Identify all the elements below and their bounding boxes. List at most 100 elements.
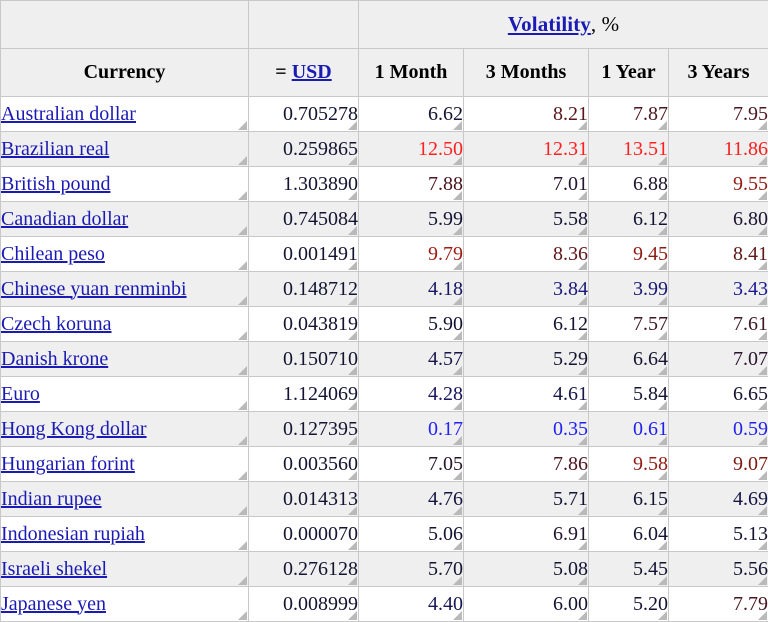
cell-usd-rate: 0.745084 [249, 202, 359, 237]
table-row: Czech koruna0.0438195.906.127.577.61 [1, 307, 768, 342]
table-row: Hong Kong dollar0.1273950.170.350.610.59 [1, 412, 768, 447]
cell-volatility-1-month: 4.76 [359, 482, 464, 517]
cell-volatility-1-month: 6.62 [359, 97, 464, 132]
cell-volatility-3-months: 5.58 [464, 202, 589, 237]
cell-volatility-1-year: 6.88 [589, 167, 669, 202]
currency-link[interactable]: Chilean peso [1, 243, 105, 265]
currency-link[interactable]: Hungarian forint [1, 453, 135, 475]
cell-volatility-1-year: 9.45 [589, 237, 669, 272]
cell-volatility-1-year: 3.99 [589, 272, 669, 307]
table-body: Australian dollar0.7052786.628.217.877.9… [1, 97, 768, 622]
cell-volatility-1-year: 0.61 [589, 412, 669, 447]
cell-volatility-3-months: 5.08 [464, 552, 589, 587]
header-blank-usd [249, 1, 359, 49]
cell-currency-name: Euro [1, 377, 249, 412]
cell-currency-name: Japanese yen [1, 587, 249, 622]
header-group-row: Volatility, % [1, 1, 768, 49]
cell-volatility-3-months: 5.71 [464, 482, 589, 517]
currency-link[interactable]: British pound [1, 173, 110, 195]
cell-volatility-3-years: 4.69 [669, 482, 768, 517]
cell-volatility-1-year: 6.04 [589, 517, 669, 552]
cell-volatility-3-months: 3.84 [464, 272, 589, 307]
cell-volatility-1-month: 7.05 [359, 447, 464, 482]
cell-volatility-1-year: 7.87 [589, 97, 669, 132]
currency-link[interactable]: Indonesian rupiah [1, 523, 145, 545]
cell-volatility-1-year: 5.45 [589, 552, 669, 587]
cell-volatility-3-months: 6.91 [464, 517, 589, 552]
currency-link[interactable]: Canadian dollar [1, 208, 128, 230]
cell-currency-name: Canadian dollar [1, 202, 249, 237]
cell-volatility-1-month: 4.28 [359, 377, 464, 412]
cell-usd-rate: 0.127395 [249, 412, 359, 447]
table-row: Euro1.1240694.284.615.846.65 [1, 377, 768, 412]
cell-volatility-3-years: 7.07 [669, 342, 768, 377]
currency-link[interactable]: Euro [1, 383, 40, 405]
cell-volatility-3-years: 6.80 [669, 202, 768, 237]
cell-volatility-3-years: 8.41 [669, 237, 768, 272]
table-row: Indian rupee0.0143134.765.716.154.69 [1, 482, 768, 517]
volatility-link[interactable]: Volatility [508, 12, 591, 36]
usd-equals-sign: = [275, 61, 286, 83]
header-blank-currency [1, 1, 249, 49]
cell-volatility-3-months: 6.00 [464, 587, 589, 622]
cell-volatility-1-year: 7.57 [589, 307, 669, 342]
cell-volatility-3-months: 5.29 [464, 342, 589, 377]
cell-currency-name: Indian rupee [1, 482, 249, 517]
cell-currency-name: Israeli shekel [1, 552, 249, 587]
cell-volatility-1-year: 9.58 [589, 447, 669, 482]
cell-volatility-1-month: 5.70 [359, 552, 464, 587]
cell-usd-rate: 0.705278 [249, 97, 359, 132]
cell-usd-rate: 0.003560 [249, 447, 359, 482]
cell-usd-rate: 0.043819 [249, 307, 359, 342]
cell-usd-rate: 0.008999 [249, 587, 359, 622]
currency-link[interactable]: Indian rupee [1, 488, 102, 510]
cell-volatility-1-month: 7.88 [359, 167, 464, 202]
header-columns-row: Currency = USD 1 Month 3 Months 1 Year 3… [1, 49, 768, 97]
cell-volatility-1-year: 5.84 [589, 377, 669, 412]
cell-volatility-3-years: 9.55 [669, 167, 768, 202]
cell-volatility-1-year: 6.12 [589, 202, 669, 237]
cell-volatility-1-month: 5.90 [359, 307, 464, 342]
col-header-1-year[interactable]: 1 Year [589, 49, 669, 97]
cell-usd-rate: 0.148712 [249, 272, 359, 307]
currency-link[interactable]: Chinese yuan renminbi [1, 278, 187, 300]
cell-currency-name: Chilean peso [1, 237, 249, 272]
cell-currency-name: Australian dollar [1, 97, 249, 132]
cell-volatility-1-year: 6.64 [589, 342, 669, 377]
cell-currency-name: Czech koruna [1, 307, 249, 342]
cell-volatility-1-month: 0.17 [359, 412, 464, 447]
cell-volatility-3-months: 7.86 [464, 447, 589, 482]
cell-volatility-3-years: 5.56 [669, 552, 768, 587]
cell-usd-rate: 0.276128 [249, 552, 359, 587]
col-header-3-months[interactable]: 3 Months [464, 49, 589, 97]
cell-currency-name: Indonesian rupiah [1, 517, 249, 552]
currency-link[interactable]: Danish krone [1, 348, 108, 370]
cell-volatility-3-years: 7.95 [669, 97, 768, 132]
cell-volatility-3-years: 5.13 [669, 517, 768, 552]
table-row: Brazilian real0.25986512.5012.3113.5111.… [1, 132, 768, 167]
table-row: Chinese yuan renminbi0.1487124.183.843.9… [1, 272, 768, 307]
currency-link[interactable]: Australian dollar [1, 103, 136, 125]
cell-currency-name: Chinese yuan renminbi [1, 272, 249, 307]
currency-link[interactable]: Japanese yen [1, 593, 106, 615]
cell-usd-rate: 0.150710 [249, 342, 359, 377]
cell-volatility-1-month: 5.99 [359, 202, 464, 237]
col-header-3-years[interactable]: 3 Years [669, 49, 768, 97]
cell-currency-name: Hungarian forint [1, 447, 249, 482]
cell-volatility-1-year: 5.20 [589, 587, 669, 622]
currency-link[interactable]: Brazilian real [1, 138, 109, 160]
col-header-1-month[interactable]: 1 Month [359, 49, 464, 97]
cell-currency-name: Brazilian real [1, 132, 249, 167]
table-row: Chilean peso0.0014919.798.369.458.41 [1, 237, 768, 272]
cell-currency-name: Danish krone [1, 342, 249, 377]
usd-link[interactable]: USD [292, 61, 332, 83]
col-header-currency[interactable]: Currency [1, 49, 249, 97]
currency-link[interactable]: Czech koruna [1, 313, 112, 335]
cell-usd-rate: 0.000070 [249, 517, 359, 552]
cell-volatility-3-months: 6.12 [464, 307, 589, 342]
currency-link[interactable]: Israeli shekel [1, 558, 107, 580]
header-volatility-group: Volatility, % [359, 1, 768, 49]
cell-volatility-3-months: 0.35 [464, 412, 589, 447]
cell-usd-rate: 0.001491 [249, 237, 359, 272]
currency-link[interactable]: Hong Kong dollar [1, 418, 147, 440]
